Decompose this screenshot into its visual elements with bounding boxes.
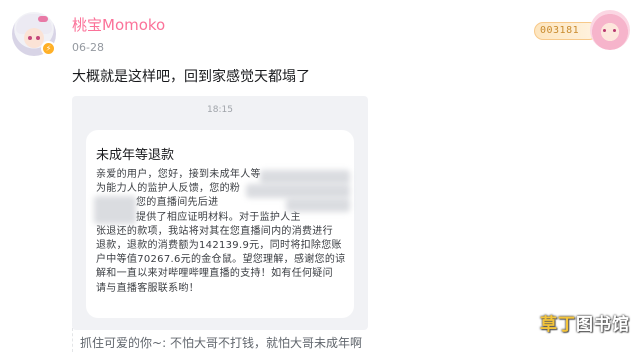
attached-screenshot[interactable]: 18:15 未成年等退款 亲爱的用户，您好，接到未成年人等 为能力人的监护人反馈… [72,96,368,330]
post-text: 大概就是这样吧，回到家感觉天都塌了 [72,69,310,85]
reply-text: 不怕大哥不打钱，就怕大哥未成年啊 [169,336,362,350]
post-date: 06-28 [72,41,104,54]
notice-line: 退款，退款的消费额为142139.9元，同时将扣除您账 [96,240,342,252]
reply-author[interactable]: 抓住可爱的你 [80,336,152,350]
watermark-rest: 图书馆 [576,315,630,335]
fan-number: 003181 [540,25,580,36]
notice-title: 未成年等退款 [96,148,175,163]
censor-blur [246,184,350,198]
avatar-ribbon [38,16,48,22]
reply-divider [72,328,73,352]
avatar-eye [28,36,32,40]
notice-line: 张退还的款项，我站将对其在您直播间内的消费进行 [96,225,333,237]
notice-card: 未成年等退款 亲爱的用户，您好，接到未成年人等 为能力人的监护人反馈，您的粉 您… [86,130,354,318]
censor-blur [94,196,136,224]
notice-line: 户中等值70267.6元的金仓鼠。望您理解，感谢您的谅 [96,254,346,266]
notice-line: 请与直播客服联系哟！ [96,282,199,294]
avatar-eye [36,36,40,40]
lightning-badge-icon: ⚡ [41,41,56,56]
censor-blur [260,170,350,184]
watermark-accent: 草丁 [540,315,576,335]
screenshot-time: 18:15 [207,105,233,115]
reply-comment[interactable]: 抓住可爱的你~: 不怕大哥不打钱，就怕大哥未成年啊 [80,334,362,351]
site-watermark: 草丁图书馆 [540,310,630,335]
fan-medal-badge[interactable]: 003181 [534,8,634,52]
notice-line: 解和一直以来对哔哩哔哩直播的支持！如有任何疑问 [96,268,333,280]
reply-separator: ~: [152,336,167,350]
chibi-avatar-icon [590,10,630,50]
censor-blur [286,198,350,212]
username[interactable]: 桃宝Momoko [72,14,165,35]
